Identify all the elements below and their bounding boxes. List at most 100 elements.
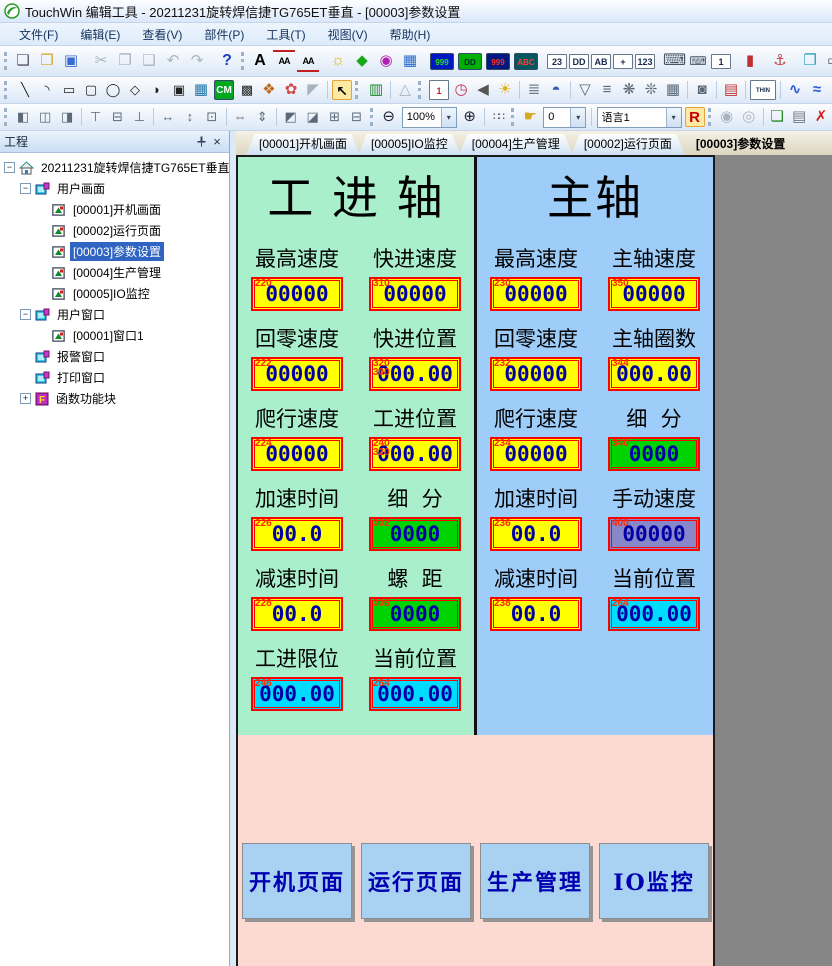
tree-item-label[interactable]: [00004]生产管理 [70,263,164,282]
window-new-icon[interactable]: ▭ [823,50,832,72]
tree-screen-00001[interactable]: [00001]开机画面 [0,199,229,220]
value-box-feed-axis-8[interactable]: 22800.0 [251,597,343,631]
window-copy-icon[interactable]: ❐ [799,50,821,72]
xy-chart-icon[interactable]: ≈ [807,80,827,100]
new-file-icon[interactable]: ❏ [12,50,34,72]
redo-icon[interactable]: ↷ [186,50,208,72]
function-key-icon[interactable]: 1 [711,54,731,69]
draw-frame-icon[interactable]: ▣ [169,80,189,100]
value-box-feed-axis-10[interactable]: 246000.00 [251,677,343,711]
draw-polygon-icon[interactable]: ◇ [125,80,145,100]
menu-viewport[interactable]: 视图(V) [317,24,379,45]
field-label[interactable]: 螺 距 [356,563,474,593]
pump-part-icon[interactable]: ❊ [641,80,661,100]
tab-00004-production[interactable]: [00004]生产管理 [459,134,573,155]
offline-simulate-icon[interactable]: ◉ [717,107,737,127]
align-center-h-icon[interactable]: ◫ [35,107,55,127]
register-mode-icon[interactable]: R [685,107,705,127]
collapse-icon[interactable]: − [20,309,31,320]
number-display-icon[interactable]: 23 [547,54,567,69]
font-enlarge-icon[interactable]: AA [273,50,295,72]
lamp-button-icon[interactable]: ◆ [351,50,373,72]
draw-rect-icon[interactable]: ▭ [59,80,79,100]
keyboard-part-icon[interactable]: ⌨ [663,50,685,72]
font-shrink-icon[interactable]: AA [297,50,319,72]
bar-part-icon[interactable]: ▮ [739,50,761,72]
field-label[interactable]: 手动速度 [595,483,713,513]
field-label[interactable]: 快进速度 [356,243,474,273]
ascii-box-icon[interactable]: AB [591,54,611,69]
data-box-icon[interactable]: DD [569,54,589,69]
date-part-icon[interactable]: 1 [429,80,449,100]
nav-startup-page[interactable]: 开机页面 [242,843,352,919]
tree-item-label[interactable]: [00001]窗口1 [70,326,147,345]
thin-client-icon[interactable]: THIN [750,80,776,100]
qr-code-icon[interactable]: ▩ [237,80,257,100]
bring-front-icon[interactable]: ◩ [281,107,301,127]
value-box-feed-axis-2[interactable]: 22200000 [251,357,343,391]
tree-item-label[interactable]: [00003]参数设置 [70,242,164,261]
tree-screen-00005[interactable]: [00005]IO监控 [0,283,229,304]
space-vertical-icon[interactable]: ⇕ [252,107,272,127]
copy-icon[interactable]: ❐ [114,50,136,72]
menu-view[interactable]: 查看(V) [131,24,193,45]
value-box-spindle-0[interactable]: 23000000 [490,277,582,311]
tree-user-windows[interactable]: −用户窗口 [0,304,229,325]
field-label[interactable]: 回零速度 [477,323,595,353]
tree-item-label[interactable]: 用户画面 [54,179,108,198]
value-box-spindle-6[interactable]: 23600.0 [490,517,582,551]
keypad-part-icon[interactable]: ⌨ [687,50,709,72]
number-input-icon[interactable]: 123 [635,54,655,69]
zoom-out-icon[interactable]: ⊖ [379,107,399,127]
sampling-part-icon[interactable]: ≣ [524,80,544,100]
field-label[interactable]: 细 分 [356,483,474,513]
column-title-feed-axis[interactable]: 工 进 轴 [238,165,474,231]
report-part-icon[interactable]: ▤ [721,80,741,100]
meter-part-icon[interactable]: ◓ [546,80,566,100]
value-box-feed-axis-11[interactable]: 264000.00 [369,677,461,711]
group-parts-icon[interactable]: ⊞ [325,107,345,127]
field-label[interactable]: 回零速度 [238,323,356,353]
trend-chart-icon[interactable]: ∿ [785,80,805,100]
value-box-feed-axis-7[interactable]: 3020000 [369,517,461,551]
tree-alarm-window[interactable]: 报警窗口 [0,346,229,367]
tree-item-label[interactable]: [00001]开机画面 [70,200,164,219]
gallery-icon[interactable]: ▥ [366,80,386,100]
tab-00005-io-monitor[interactable]: [00005]IO监控 [358,134,461,155]
value-box-spindle-1[interactable]: 35000000 [608,277,700,311]
field-label[interactable]: 主轴速度 [595,243,713,273]
ungroup-parts-icon[interactable]: ⊟ [347,107,367,127]
field-label[interactable]: 快进位置 [356,323,474,353]
digital-display-icon[interactable]: 999 [430,53,454,70]
tab-00001-startup[interactable]: [00001]开机画面 [246,134,360,155]
field-label[interactable]: 工进限位 [238,643,356,673]
fan-part-icon[interactable]: ❋ [619,80,639,100]
value-box-feed-axis-9[interactable]: 3060000 [369,597,461,631]
zoom-level-dropdown-icon[interactable]: ▾ [441,108,456,127]
draw-sector-icon[interactable]: ◗ [147,80,167,100]
grid-toggle-icon[interactable]: ∷∷ [488,107,508,127]
menu-edit[interactable]: 编辑(E) [69,24,131,45]
tree-item-label[interactable]: 打印窗口 [54,368,108,387]
bottle-part-icon[interactable]: ◙ [692,80,712,100]
menu-help[interactable]: 帮助(H) [379,24,442,45]
cm-part-icon[interactable]: CM [214,80,234,100]
field-label[interactable]: 当前位置 [595,563,713,593]
field-label[interactable]: 加速时间 [477,483,595,513]
nav-run-page[interactable]: 运行页面 [361,843,471,919]
screen-properties-icon[interactable]: ▤ [789,107,809,127]
tree-item-label[interactable]: 报警窗口 [54,347,108,366]
zoom-level[interactable]: 100%▾ [402,107,457,128]
download-icon[interactable]: ⚓ [769,50,791,72]
pin-icon[interactable] [193,136,209,147]
field-label[interactable]: 爬行速度 [238,403,356,433]
tree-window-00001[interactable]: [00001]窗口1 [0,325,229,346]
conveyor-part-icon[interactable]: ≡ [597,80,617,100]
color-stamp-icon[interactable]: ❖ [259,80,279,100]
data-display-icon[interactable]: DD [458,53,482,70]
touch-simulate-icon[interactable]: ☛ [520,107,540,127]
value-box-feed-axis-5[interactable]: 240320000.00 [369,437,461,471]
expand-icon[interactable]: + [20,393,31,404]
value-box-spindle-8[interactable]: 23800.0 [490,597,582,631]
language-select[interactable]: 语言1▾ [597,107,682,128]
